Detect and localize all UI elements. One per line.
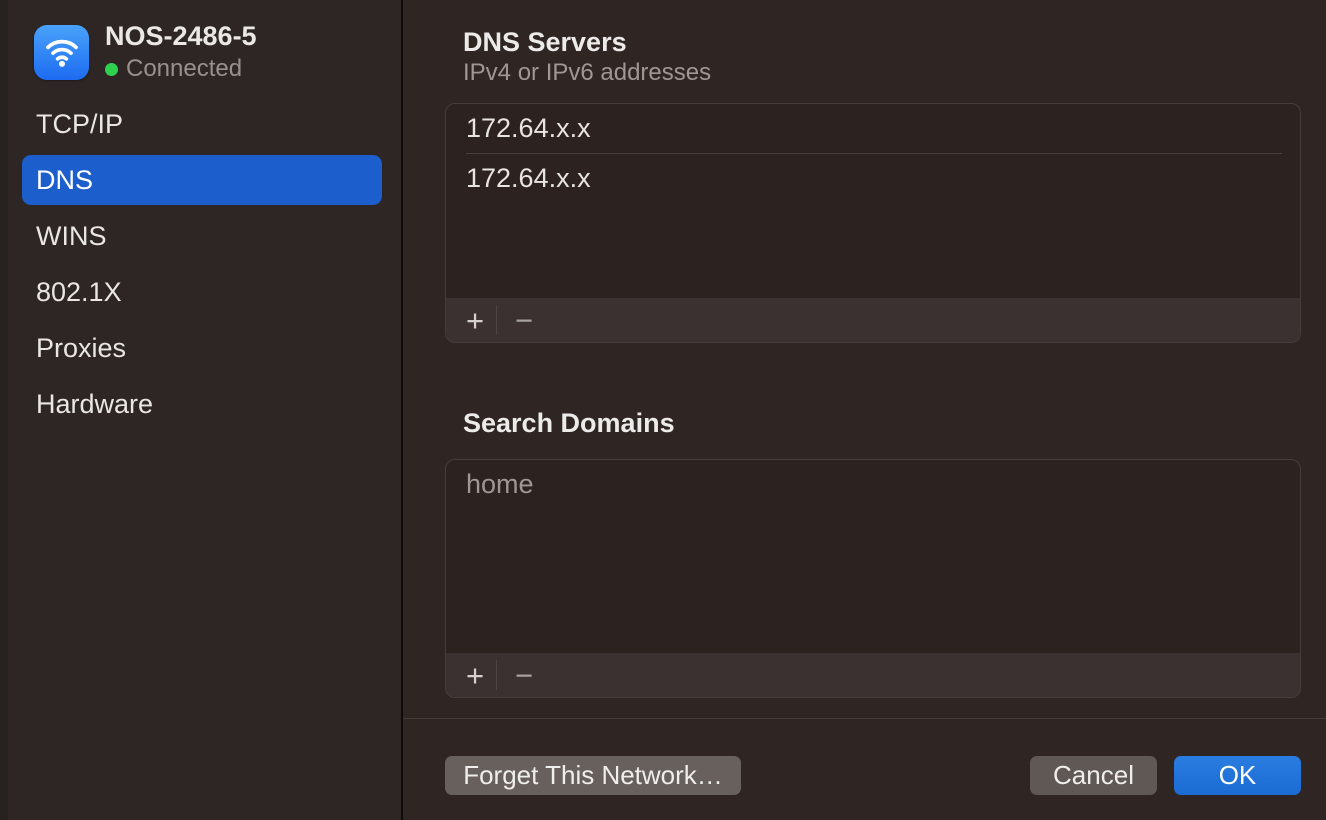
remove-search-domain-button[interactable]: − xyxy=(505,653,543,697)
dns-servers-subtitle: IPv4 or IPv6 addresses xyxy=(463,59,711,87)
sidebar-item-dns[interactable]: DNS xyxy=(22,155,382,205)
sidebar: NOS-2486-5 Connected TCP/IP DNS WINS 802… xyxy=(8,0,403,820)
sidebar-item-hardware[interactable]: Hardware xyxy=(22,379,382,429)
status-label: Connected xyxy=(126,55,242,83)
dns-servers-footer: + − xyxy=(446,298,1300,342)
dns-servers-title: DNS Servers xyxy=(463,27,627,58)
search-domains-title: Search Domains xyxy=(463,408,675,439)
sidebar-item-8021x[interactable]: 802.1X xyxy=(22,267,382,317)
network-name: NOS-2486-5 xyxy=(105,21,257,51)
ok-button[interactable]: OK xyxy=(1174,756,1301,795)
sidebar-item-wins[interactable]: WINS xyxy=(22,211,382,261)
footer-separator xyxy=(496,660,497,690)
wifi-details-window: NOS-2486-5 Connected TCP/IP DNS WINS 802… xyxy=(0,0,1326,820)
network-meta: NOS-2486-5 Connected xyxy=(105,21,257,83)
wifi-icon xyxy=(34,25,89,80)
cancel-button[interactable]: Cancel xyxy=(1030,756,1157,795)
add-dns-server-button[interactable]: + xyxy=(456,298,494,342)
remove-dns-server-button[interactable]: − xyxy=(505,298,543,342)
window-edge xyxy=(0,0,8,820)
network-status: Connected xyxy=(105,55,257,83)
search-domains-footer: + − xyxy=(446,653,1300,697)
dns-server-row[interactable]: 172.64.x.x xyxy=(446,154,1300,203)
sidebar-item-tcpip[interactable]: TCP/IP xyxy=(22,99,382,149)
dns-server-row[interactable]: 172.64.x.x xyxy=(446,104,1300,153)
network-header: NOS-2486-5 Connected xyxy=(34,21,257,83)
footer-separator xyxy=(496,305,497,335)
sidebar-item-proxies[interactable]: Proxies xyxy=(22,323,382,373)
dns-servers-list: 172.64.x.x 172.64.x.x + − xyxy=(445,103,1301,343)
add-search-domain-button[interactable]: + xyxy=(456,653,494,697)
search-domains-list: home + − xyxy=(445,459,1301,698)
green-dot-icon xyxy=(105,63,118,76)
dns-settings-pane: DNS Servers IPv4 or IPv6 addresses 172.6… xyxy=(403,0,1326,820)
footer-divider xyxy=(403,718,1326,719)
search-domain-row[interactable]: home xyxy=(446,460,1300,509)
forget-network-button[interactable]: Forget This Network… xyxy=(445,756,741,795)
